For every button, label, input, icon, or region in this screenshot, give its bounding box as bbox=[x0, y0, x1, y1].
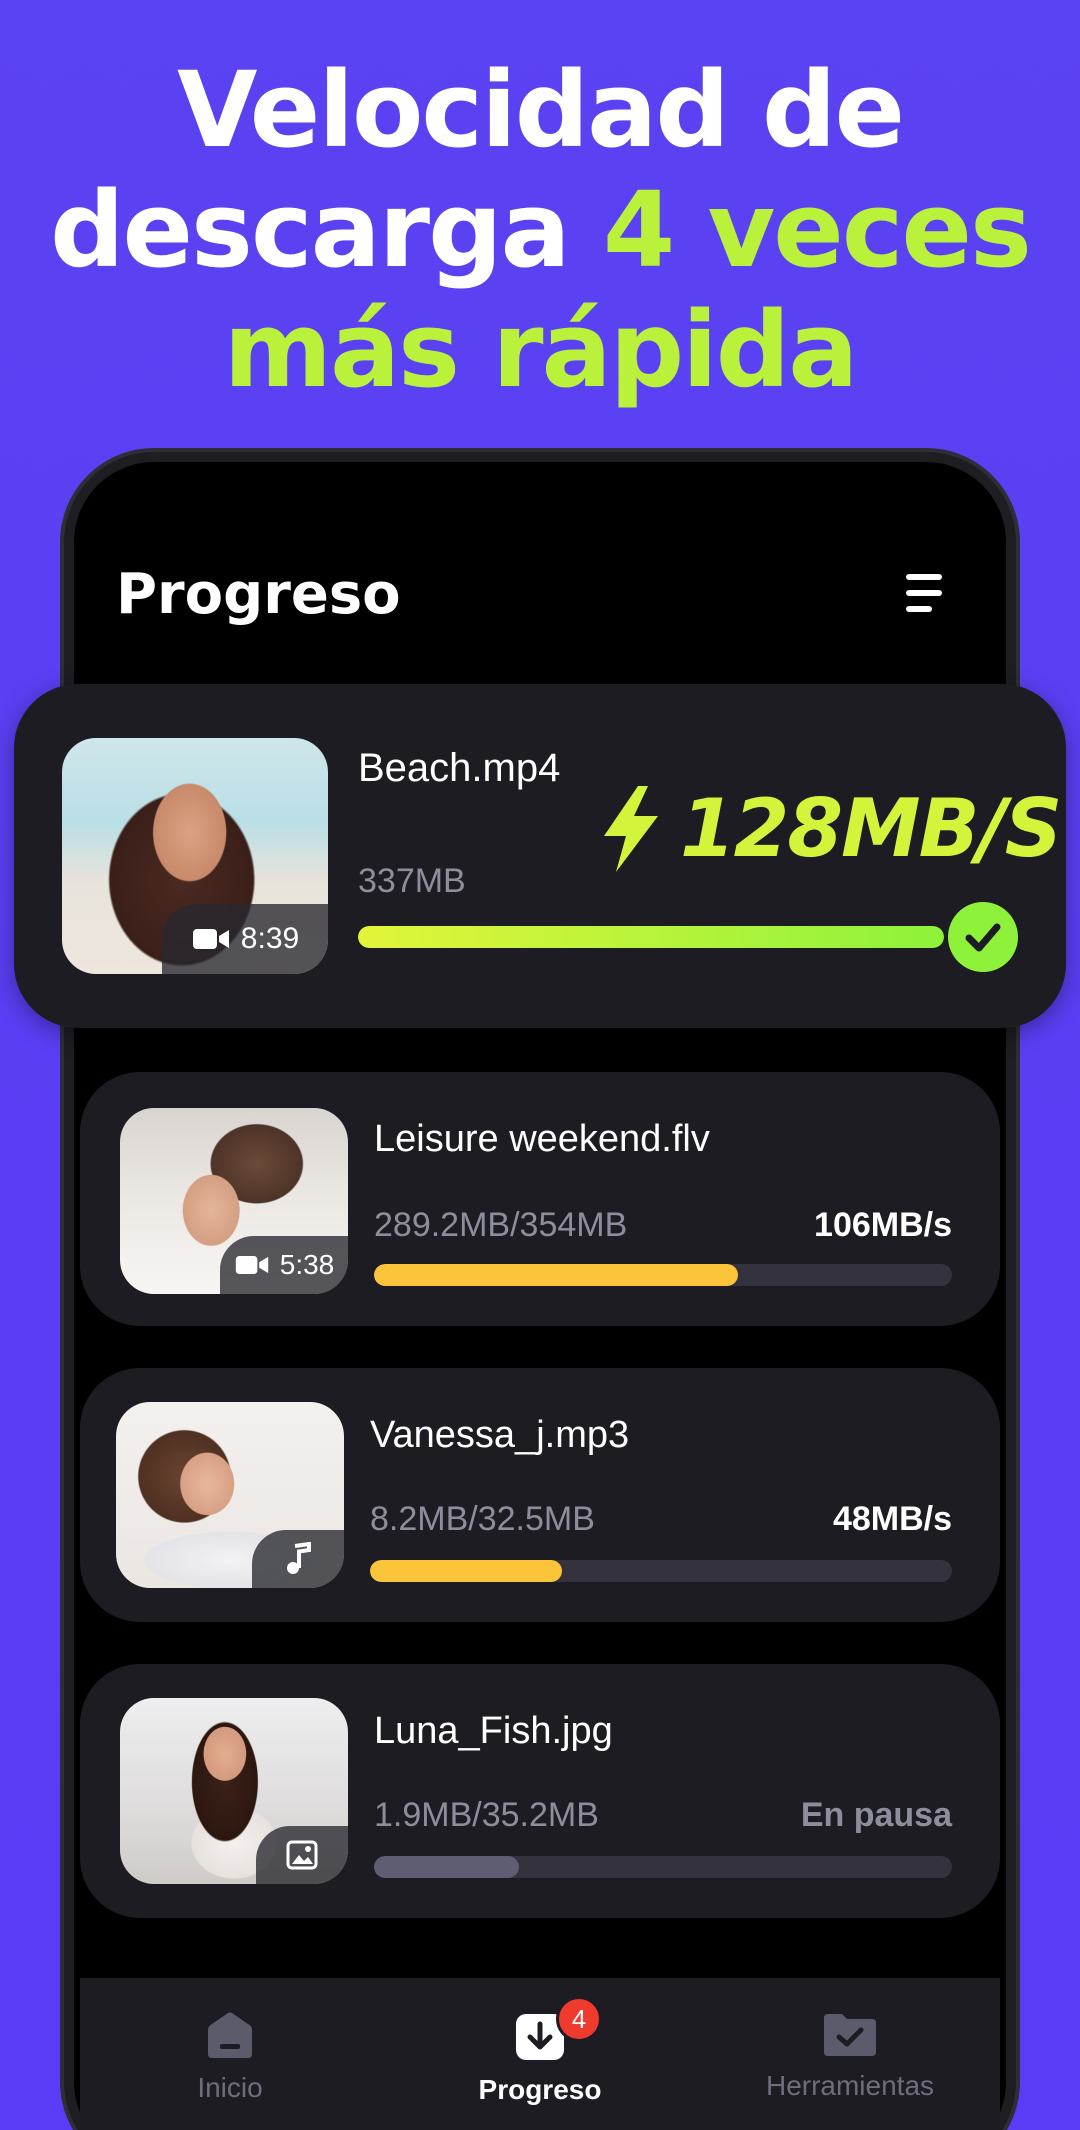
menu-icon[interactable] bbox=[900, 570, 948, 618]
download-progress-fill bbox=[370, 1560, 563, 1582]
bottom-nav: Inicio Progreso 4 Herramientas bbox=[80, 1978, 1000, 2130]
check-icon bbox=[948, 902, 1018, 972]
featured-size: 337MB bbox=[358, 862, 466, 900]
notification-badge: 4 bbox=[556, 1996, 602, 2042]
headline-line-2-text: descarga bbox=[50, 169, 603, 291]
download-progress-bar bbox=[370, 1560, 952, 1582]
featured-speed: 128MB/S bbox=[680, 782, 1062, 875]
download-filename: Luna_Fish.jpg bbox=[374, 1710, 613, 1752]
download-speed: 106MB/s bbox=[814, 1206, 952, 1244]
featured-progress-fill bbox=[358, 926, 944, 948]
type-overlay bbox=[256, 1826, 348, 1884]
download-thumbnail[interactable] bbox=[120, 1698, 348, 1884]
music-note-icon bbox=[287, 1542, 311, 1574]
page-title: Progreso bbox=[116, 562, 401, 627]
lightning-icon bbox=[604, 786, 658, 872]
video-icon bbox=[192, 929, 229, 949]
download-progress-text: 1.9MB/35.2MB bbox=[374, 1796, 599, 1834]
nav-item-progreso[interactable]: Progreso 4 bbox=[390, 1978, 690, 2130]
promo-headline: Velocidad de descarga 4 veces más rápida bbox=[0, 50, 1080, 410]
headline-line-2-accent: 4 veces bbox=[602, 169, 1032, 291]
video-icon bbox=[235, 1256, 268, 1274]
download-progress-text: 289.2MB/354MB bbox=[374, 1206, 628, 1244]
download-thumbnail[interactable] bbox=[116, 1402, 344, 1588]
download-filename: Vanessa_j.mp3 bbox=[370, 1414, 630, 1456]
download-progress-fill bbox=[374, 1856, 519, 1878]
download-progress-text: 8.2MB/32.5MB bbox=[370, 1500, 595, 1538]
nav-item-inicio[interactable]: Inicio bbox=[80, 1978, 380, 2130]
headline-line-2: descarga 4 veces bbox=[0, 170, 1080, 290]
nav-label-inicio: Inicio bbox=[197, 2072, 263, 2103]
headline-line-1: Velocidad de bbox=[177, 49, 905, 171]
duration-label: 8:39 bbox=[240, 922, 300, 955]
image-icon bbox=[286, 1840, 318, 1870]
duration-overlay: 8:39 bbox=[162, 904, 328, 974]
nav-label-herramientas: Herramientas bbox=[765, 2070, 935, 2101]
headline-line-3: más rápida bbox=[223, 289, 859, 411]
featured-progress-bar bbox=[358, 926, 944, 948]
download-thumbnail[interactable]: 5:38 bbox=[120, 1108, 348, 1294]
home-icon bbox=[208, 2012, 252, 2058]
download-progress-bar bbox=[374, 1856, 952, 1878]
download-progress-fill bbox=[374, 1264, 739, 1286]
duration-overlay: 5:38 bbox=[220, 1236, 348, 1294]
nav-label-progreso: Progreso bbox=[478, 2074, 602, 2105]
download-speed: 48MB/s bbox=[832, 1500, 952, 1538]
download-progress-bar bbox=[374, 1264, 952, 1286]
type-overlay bbox=[252, 1530, 344, 1588]
download-filename: Leisure weekend.flv bbox=[374, 1118, 710, 1160]
nav-item-herramientas[interactable]: Herramientas bbox=[700, 1978, 1000, 2130]
featured-thumbnail[interactable]: 8:39 bbox=[62, 738, 328, 974]
folder-check-icon bbox=[824, 2014, 876, 2056]
download-status: En pausa bbox=[800, 1796, 952, 1834]
duration-label: 5:38 bbox=[279, 1249, 335, 1280]
featured-filename: Beach.mp4 bbox=[358, 746, 561, 790]
